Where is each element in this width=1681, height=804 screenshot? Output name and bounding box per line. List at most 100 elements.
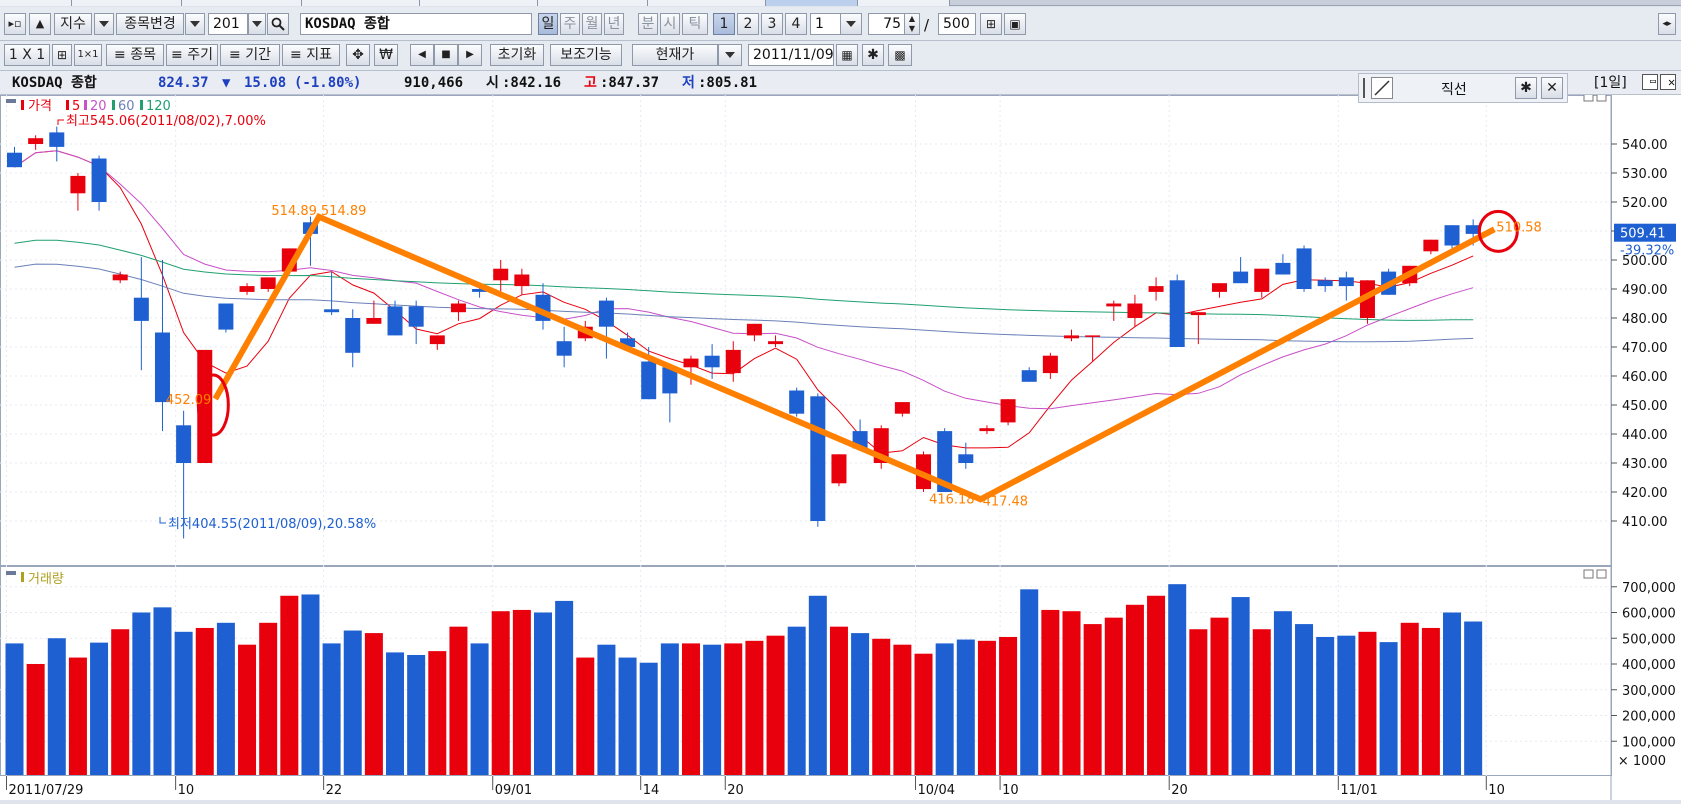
restore-button[interactable]: ▭: [1642, 74, 1658, 90]
new-window-button[interactable]: ⊞: [980, 13, 1002, 35]
window-tab-active[interactable]: [766, 0, 858, 6]
price-panel-frame: [0, 95, 1612, 566]
index-button[interactable]: 지수: [54, 13, 92, 35]
item-code-input[interactable]: 201: [208, 13, 248, 35]
candle-body: [683, 358, 699, 368]
panel-handle-icon[interactable]: [6, 99, 16, 103]
tool-close-button[interactable]: ✕: [1541, 77, 1563, 99]
toolbar-scroll-button[interactable]: ◂▸: [1658, 13, 1676, 35]
window-tab[interactable]: [302, 0, 420, 6]
period-tab-hour[interactable]: 시: [660, 13, 680, 35]
item-button[interactable]: ≡ 종목: [106, 44, 164, 66]
display-count-input[interactable]: 75: [868, 13, 906, 35]
date-tick-label: 20: [1171, 783, 1188, 798]
save-button[interactable]: ▣: [1004, 13, 1026, 35]
calendar-button[interactable]: ▦: [836, 44, 858, 66]
chart-tab-4[interactable]: 4: [785, 13, 807, 35]
candle-body: [91, 158, 107, 202]
panel-toggle-button[interactable]: ▸▫: [4, 13, 26, 35]
volume-bar: [259, 622, 278, 775]
period-tab-month[interactable]: 월: [582, 13, 602, 35]
volume-close-button[interactable]: [1596, 569, 1607, 579]
range-button[interactable]: ≡ 기간: [220, 44, 280, 66]
change-item-dropdown-button[interactable]: [185, 13, 205, 35]
indicator-button[interactable]: ≡ 지표: [282, 44, 340, 66]
volume-max-button[interactable]: [1583, 569, 1594, 579]
chart-tab-1[interactable]: 1: [713, 13, 735, 35]
close-button[interactable]: ✕: [1660, 74, 1676, 90]
collapse-up-button[interactable]: ▲: [29, 13, 51, 35]
panel-close-button[interactable]: [1596, 92, 1607, 102]
volume-bar: [872, 638, 891, 775]
chart-tab-2[interactable]: 2: [737, 13, 759, 35]
price-type-select[interactable]: 현재가: [632, 44, 718, 66]
window-tab[interactable]: [0, 0, 72, 6]
candle-body: [768, 341, 784, 345]
price-type-dropdown-button[interactable]: [718, 44, 742, 66]
code-dropdown-button[interactable]: [248, 13, 266, 35]
volume-tick-label: 600,000: [1622, 607, 1676, 622]
candle-body: [70, 175, 86, 194]
chart-tab-3[interactable]: 3: [761, 13, 783, 35]
tool-settings-button[interactable]: ✱: [1515, 77, 1537, 99]
window-tab[interactable]: [420, 0, 538, 6]
window-tab[interactable]: [72, 0, 182, 6]
single-layout-button[interactable]: 1×1: [74, 44, 102, 66]
reset-button[interactable]: 초기화: [490, 44, 544, 66]
chart-svg[interactable]: 452.09 514.89 514.89 416.18 417.48 510.58 410…: [0, 92, 1681, 800]
window-tab[interactable]: [648, 0, 766, 6]
volume-panel-handle-icon[interactable]: [6, 571, 16, 575]
trend-label-p3: 416.18: [929, 492, 975, 507]
candle-body: [408, 306, 424, 327]
currency-button[interactable]: ₩: [374, 44, 398, 66]
settings-button[interactable]: ✱: [862, 44, 884, 66]
assist-function-button[interactable]: 보조기능: [550, 44, 622, 66]
volume-bar: [1125, 604, 1144, 775]
trend-label-p2: 514.89: [271, 204, 317, 219]
move-button[interactable]: ✥: [346, 44, 370, 66]
interval-dropdown-button[interactable]: [840, 13, 862, 35]
count-stepper[interactable]: ▲ ▼: [904, 13, 920, 35]
volume-bar: [111, 629, 130, 775]
gear-icon: ✱: [1520, 80, 1532, 96]
volume-bar: [512, 609, 531, 775]
volume-bar: [1020, 589, 1039, 775]
stop-button[interactable]: ■: [434, 44, 458, 66]
volume-bar: [1464, 621, 1483, 775]
layout-button[interactable]: 1 X 1: [4, 44, 50, 66]
window-tab[interactable]: [538, 0, 648, 6]
calculator-button[interactable]: ▩: [888, 44, 912, 66]
change-symbol: ▼: [222, 75, 231, 91]
stop-icon: ■: [441, 49, 451, 60]
period-tab-day[interactable]: 일: [538, 13, 558, 35]
save-icon: ▣: [1009, 17, 1021, 31]
max-count-input[interactable]: 500: [938, 13, 976, 35]
period-tab-week[interactable]: 주: [560, 13, 580, 35]
range-button-label: 기간: [245, 47, 271, 63]
window-tab[interactable]: [182, 0, 302, 6]
window-tab[interactable]: [858, 0, 950, 6]
period-tab-year[interactable]: 년: [604, 13, 624, 35]
period-tab-tick[interactable]: 틱: [682, 13, 708, 35]
line-tool-button[interactable]: [1371, 77, 1393, 99]
index-dropdown-button[interactable]: [94, 13, 114, 35]
period-tab-minute[interactable]: 분: [638, 13, 658, 35]
low-marker-arrow: [159, 517, 166, 524]
cycle-button[interactable]: ≡ 주기: [166, 44, 218, 66]
volume-bar: [956, 639, 975, 775]
date-tick-label: 2011/07/29: [9, 783, 84, 798]
panel-max-button[interactable]: [1583, 92, 1594, 102]
search-button[interactable]: [267, 13, 289, 35]
play-right-icon: ▶: [466, 49, 474, 60]
grid-layout-button[interactable]: ⊞: [52, 44, 72, 66]
diagonal-line-icon: [1374, 80, 1390, 96]
next-button[interactable]: ▶: [458, 44, 482, 66]
chart-area[interactable]: 452.09 514.89 514.89 416.18 417.48 510.58 410…: [0, 92, 1681, 800]
change-item-button[interactable]: 종목변경: [116, 13, 184, 35]
volume-bar: [534, 612, 552, 775]
date-input[interactable]: 2011/11/09: [748, 44, 834, 66]
candle-body: [1042, 355, 1058, 374]
prev-button[interactable]: ◀: [410, 44, 434, 66]
panel-grip-icon[interactable]: [1363, 78, 1367, 98]
date-tick-label: 11/01: [1340, 783, 1377, 798]
